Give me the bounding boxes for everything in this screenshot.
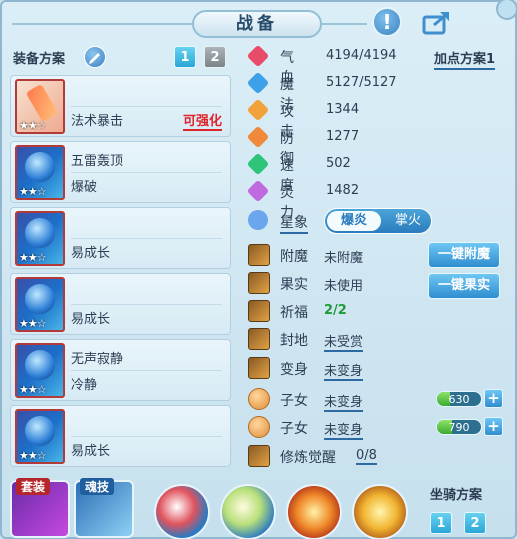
cultivation-icon [248,445,270,467]
sword-icon [246,98,270,122]
star-sign-label: 星象 [280,212,308,234]
equipment-scheme-tab-2[interactable]: 2 [204,46,226,68]
slot-trait: 法术暴击 [71,114,124,129]
star-rating: ★★☆ [19,383,47,396]
lightning-icon [246,152,270,176]
skill-slot-3[interactable] [286,484,342,539]
slot-trait: 爆破 [71,180,98,195]
star-icon [248,210,268,230]
belt-icon: ★★☆ [15,343,65,398]
equipment-slot-3[interactable]: ★★☆ 易成长 [10,207,231,269]
slot-skill: 五雷轰顶 [71,154,124,169]
exclamation-icon: ! [382,10,392,34]
shield-icon [246,125,270,149]
alert-button[interactable]: ! [372,7,402,37]
weapon-icon: ★★☆ [15,79,65,134]
mount-scheme-tab-2[interactable]: 2 [464,512,486,534]
transform-icon [248,357,270,379]
child-1-add-button[interactable]: + [484,389,503,408]
slot-skill: 无声寂静 [71,352,124,367]
star-rating: ★★☆ [19,449,47,462]
one-click-fruit-button[interactable]: 一键果实 [428,273,500,299]
necklace-icon: ★★☆ [15,211,65,266]
boots-icon: ★★☆ [15,409,65,464]
window-frame: 战备 ! 装备方案 1 2 ★★☆ 法术暴击 可强化 ★★☆ 五雷轰顶 爆破 ★… [0,0,517,539]
title-banner: 战备 [192,10,322,38]
star-rating: ★★☆ [19,119,47,132]
equipment-slot-4[interactable]: ★★☆ 易成长 [10,273,231,335]
helmet-icon: ★★☆ [15,145,65,200]
enhance-link[interactable]: 可强化 [182,110,222,131]
spirit-icon [246,179,270,203]
skill-slot-1[interactable] [154,484,210,539]
close-button[interactable] [496,0,517,20]
heart-icon [246,44,270,68]
mount-scheme-tab-1[interactable]: 1 [430,512,452,534]
bottom-bar: 套装 魂技 坐骑方案 1 2 [2,468,517,539]
mana-icon [246,71,270,95]
equipment-slot-1[interactable]: ★★☆ 法术暴击 可强化 [10,75,231,137]
star-rating: ★★☆ [19,251,47,264]
set-button[interactable]: 套装 [10,478,70,538]
slot-trait: 易成长 [71,312,111,327]
skill-slot-4[interactable] [352,484,408,539]
star-sign-option-1[interactable]: 爆炎 [327,211,381,231]
child-1-progress-bar: 630 [436,391,482,407]
set-tag: 套装 [16,478,51,495]
soul-skill-button[interactable]: 魂技 [74,478,134,538]
share-icon [422,12,449,35]
star-sign-toggle[interactable]: 爆炎 掌火 [324,208,432,234]
pencil-icon [89,53,100,64]
equipment-slot-5[interactable]: ★★☆ 无声寂静 冷静 [10,339,231,401]
title-divider-left [12,23,192,25]
fruit-icon [248,272,270,294]
equipment-slot-6[interactable]: ★★☆ 易成长 [10,405,231,467]
skill-slot-2[interactable] [220,484,276,539]
child-2-add-button[interactable]: + [484,417,503,436]
equipment-slot-2[interactable]: ★★☆ 五雷轰顶 爆破 [10,141,231,203]
star-rating: ★★☆ [19,185,47,198]
mount-scheme-label: 坐骑方案 [430,488,483,503]
slot-trait: 冷静 [71,378,98,393]
one-click-enchant-button[interactable]: 一键附魔 [428,242,500,268]
edit-scheme-button[interactable] [84,46,106,68]
star-rating: ★★☆ [19,317,47,330]
fief-icon [248,328,270,350]
star-sign-option-2[interactable]: 掌火 [385,211,431,231]
blessing-icon [248,300,270,322]
soul-skill-tag: 魂技 [80,478,115,495]
equipment-scheme-label: 装备方案 [13,52,66,67]
attribute-plan-button[interactable]: 加点方案1 [434,48,496,70]
enchant-icon [248,244,270,266]
child-2-progress-bar: 790 [436,419,482,435]
slot-trait: 易成长 [71,444,111,459]
child-icon [248,388,270,410]
slot-trait: 易成长 [71,246,111,261]
child-icon [248,416,270,438]
share-button[interactable] [420,7,454,37]
armor-icon: ★★☆ [15,277,65,332]
window-title: 战备 [236,14,278,34]
title-divider-right [322,23,367,25]
equipment-scheme-tab-1[interactable]: 1 [174,46,196,68]
